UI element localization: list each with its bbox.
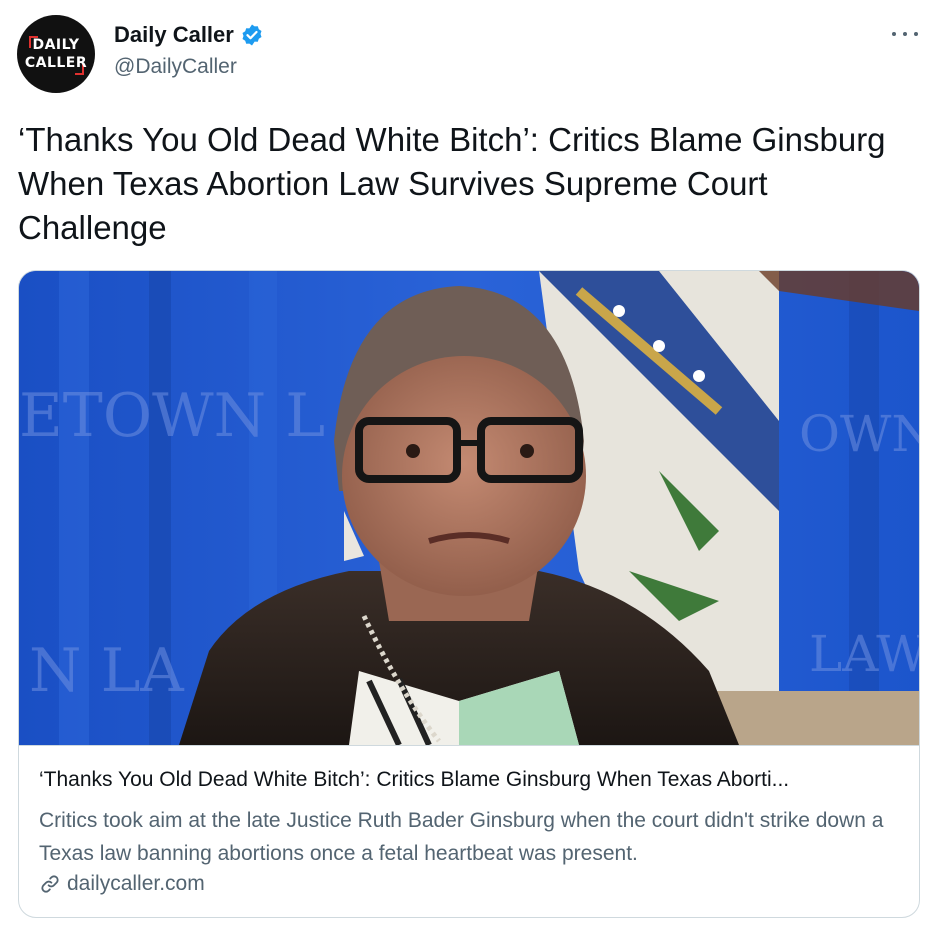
dot [903,32,907,36]
link-card[interactable]: ETOWN L N LA OWN LAW [18,270,920,918]
name-row: Daily Caller [114,22,264,48]
background-lettering: LAW [809,625,920,683]
avatar[interactable]: DAILY CALLER [17,15,95,93]
tweet: DAILY CALLER Daily Caller @DailyCaller ‘… [0,0,942,940]
card-domain[interactable]: dailycaller.com [39,872,205,896]
card-title[interactable]: ‘Thanks You Old Dead White Bitch’: Criti… [39,768,903,792]
more-options-icon[interactable] [892,24,918,44]
display-name[interactable]: Daily Caller [114,22,234,48]
dot [892,32,896,36]
verified-badge-icon [240,23,264,47]
card-body[interactable]: ‘Thanks You Old Dead White Bitch’: Criti… [19,745,919,917]
avatar-logo-line: DAILY [32,37,80,53]
background-lettering: ETOWN L [19,381,325,451]
card-domain-text[interactable]: dailycaller.com [67,872,205,896]
handle[interactable]: @DailyCaller [114,55,237,79]
card-image[interactable]: ETOWN L N LA OWN LAW [19,271,920,745]
background-lettering: N LA [29,636,184,706]
card-description: Critics took aim at the late Justice Rut… [39,809,884,865]
tweet-text: ‘Thanks You Old Dead White Bitch’: Criti… [18,121,886,246]
background-lettering: OWN [799,405,920,463]
avatar-logo-line: CALLER [24,55,88,71]
link-icon [39,873,61,895]
dot [914,32,918,36]
